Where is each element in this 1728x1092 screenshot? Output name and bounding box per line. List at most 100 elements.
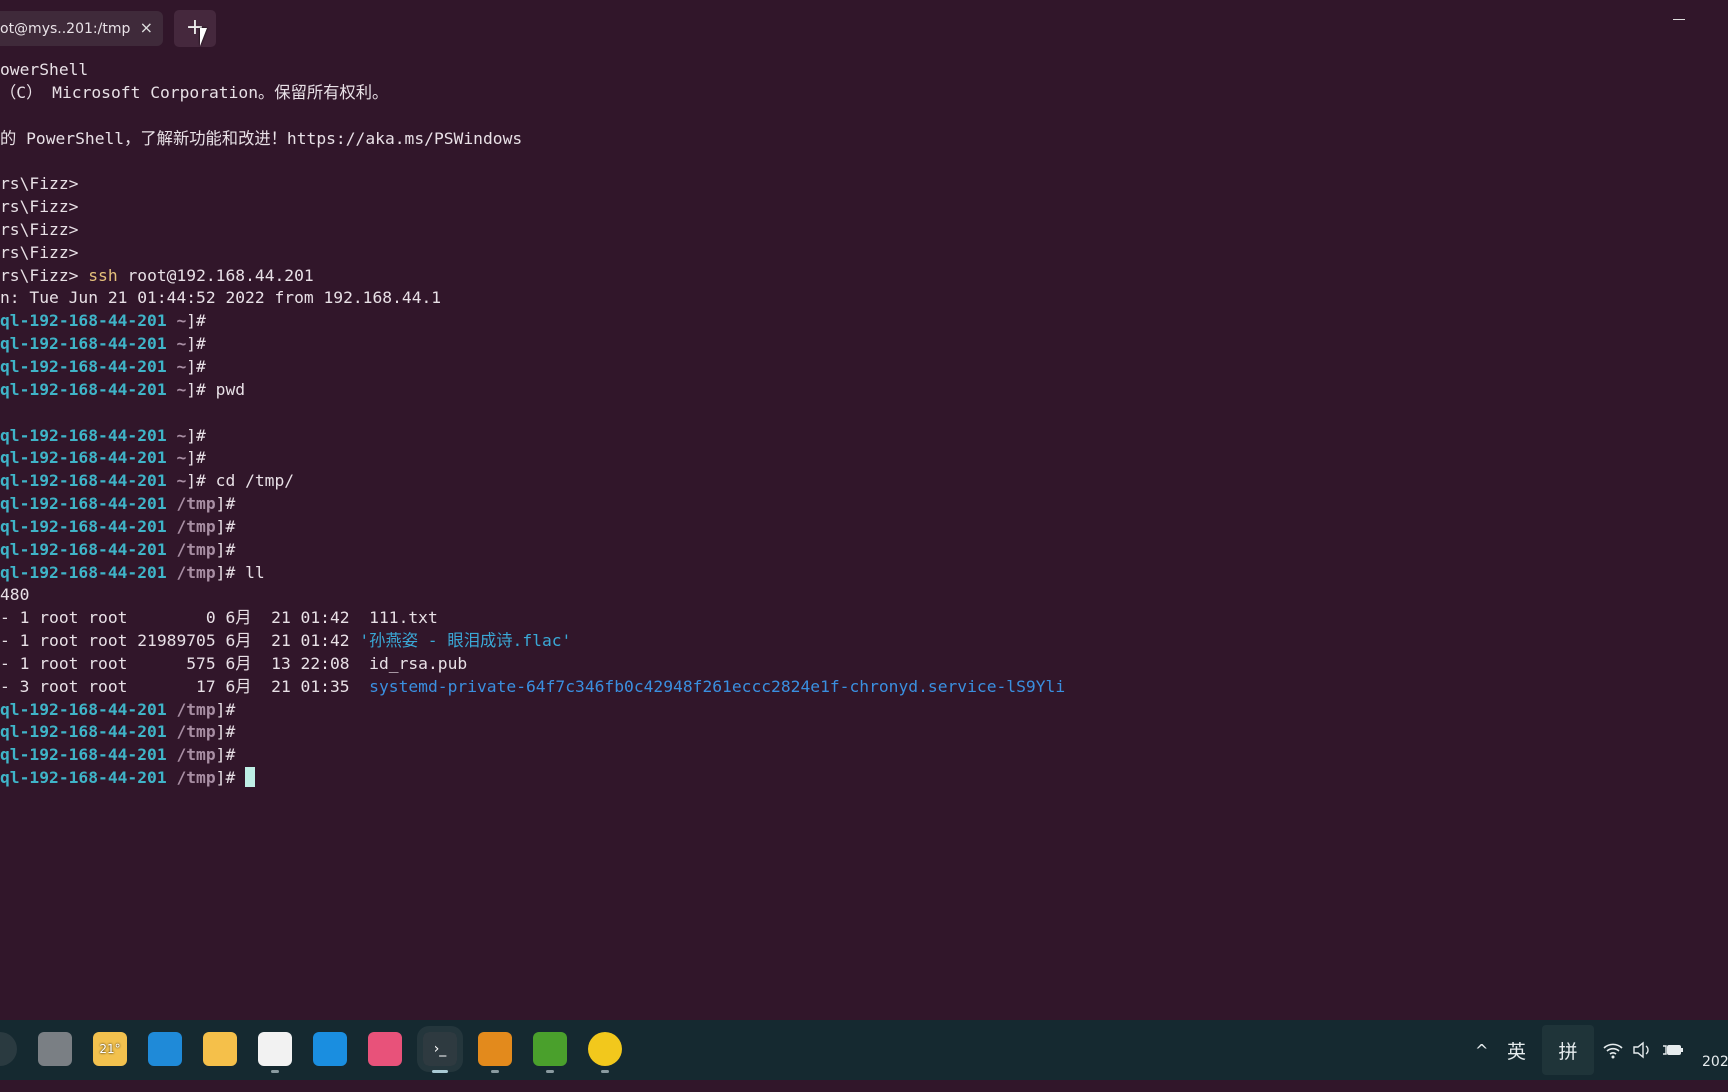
prompt-host: ql-192-168-44-201 [0, 311, 167, 331]
terminal-line: - 1 root root 575 6月 13 22:08 id_rsa.pub [0, 653, 1065, 676]
terminal-icon: ›_ [433, 1041, 447, 1057]
prompt-host: ql-192-168-44-201 [0, 516, 167, 536]
taskbar-vmware-button[interactable] [478, 1032, 512, 1066]
prompt-host: ql-192-168-44-201 [0, 539, 167, 559]
taskbar-file-explorer-button[interactable] [203, 1032, 237, 1066]
terminal-line: - 1 root root 0 6月 21 01:42 111.txt [0, 607, 1065, 630]
prompt-dir: ~ [166, 425, 187, 445]
terminal-text: ]# [215, 768, 246, 788]
terminal-text: systemd-private-64f7c346fb0c42948f261ecc… [369, 676, 1066, 696]
prompt-host: ql-192-168-44-201 [0, 562, 167, 582]
tab-ssh-session[interactable]: ot@mys..201:/tmp × [0, 11, 163, 46]
terminal-line: 480 [0, 584, 1065, 607]
prompt-dir: /tmp [166, 699, 216, 719]
terminal-line: ql-192-168-44-201 /tmp]# [0, 721, 1065, 744]
title-bar: ot@mys..201:/tmp × + [0, 0, 1728, 54]
terminal-text: ]# pwd [186, 379, 246, 399]
terminal-text: ]# [186, 356, 206, 376]
terminal-line: ql-192-168-44-201 /tmp]# [0, 516, 1065, 539]
prompt-dir: ~ [166, 311, 187, 331]
terminal-output[interactable]: owerShell （C） Microsoft Corporation。保留所有权… [0, 59, 1065, 790]
prompt-host: ql-192-168-44-201 [0, 494, 167, 514]
terminal-line: ql-192-168-44-201 ~]# [0, 310, 1065, 333]
ime-language-button[interactable]: 英 [1507, 1020, 1526, 1080]
volume-icon[interactable] [1632, 1020, 1654, 1080]
running-indicator [491, 1070, 499, 1073]
taskbar-weather-button[interactable]: 21° [93, 1032, 127, 1066]
taskbar-store-button[interactable] [258, 1032, 292, 1066]
taskbar-qq-music-button[interactable] [588, 1032, 622, 1066]
ime-mode-button[interactable]: 拼 [1542, 1025, 1594, 1075]
terminal-text: - 1 root root 0 6月 21 01:42 111.txt [0, 608, 438, 628]
clock[interactable]: 202 [1702, 1032, 1728, 1092]
close-icon[interactable]: × [140, 18, 153, 37]
terminal-text: ]# ll [215, 562, 265, 582]
prompt-host: ql-192-168-44-201 [0, 334, 167, 354]
prompt-host: ql-192-168-44-201 [0, 699, 167, 719]
terminal-text: ]# [186, 334, 206, 354]
prompt-dir: /tmp [166, 562, 216, 582]
terminal-text: n: Tue Jun 21 01:44:52 2022 from 192.168… [0, 288, 442, 308]
terminal-text: （C） Microsoft Corporation。保留所有权利。 [0, 82, 389, 102]
terminal-line: ql-192-168-44-201 /tmp]# [0, 493, 1065, 516]
show-hidden-icons-button[interactable]: ^ [1475, 1020, 1488, 1080]
terminal-line: ql-192-168-44-201 ~]# [0, 356, 1065, 379]
prompt-dir: /tmp [166, 494, 216, 514]
text-cursor [245, 767, 256, 788]
running-indicator [271, 1070, 279, 1073]
terminal-text: ]# [215, 745, 236, 765]
taskbar-task-view-button[interactable] [38, 1032, 72, 1066]
prompt-host: ql-192-168-44-201 [0, 356, 167, 376]
prompt-dir: /tmp [166, 722, 216, 742]
running-indicator [601, 1070, 609, 1073]
taskbar-search-button[interactable] [0, 1032, 17, 1066]
taskbar-photos-button[interactable] [368, 1032, 402, 1066]
prompt-dir: /tmp [166, 768, 216, 788]
taskbar-terminal-button[interactable]: ›_ [417, 1026, 463, 1072]
prompt-dir: /tmp [166, 516, 216, 536]
prompt-host: ql-192-168-44-201 [0, 745, 167, 765]
terminal-text: rs\Fizz> [0, 174, 79, 194]
terminal-text: ssh [88, 265, 118, 285]
terminal-text: ]# [215, 722, 236, 742]
terminal-line: ql-192-168-44-201 ~]# cd /tmp/ [0, 470, 1065, 493]
wifi-icon[interactable] [1602, 1020, 1624, 1080]
terminal-text: ]# [215, 699, 236, 719]
terminal-text: ]# [186, 425, 206, 445]
battery-charging-icon[interactable] [1662, 1020, 1684, 1080]
terminal-line: ql-192-168-44-201 ~]# [0, 333, 1065, 356]
weather-icon: 21° [99, 1042, 121, 1056]
terminal-line: ql-192-168-44-201 ~]# [0, 425, 1065, 448]
terminal-text: ]# cd /tmp/ [186, 471, 295, 491]
prompt-host: ql-192-168-44-201 [0, 448, 167, 468]
taskbar-edge-button[interactable] [148, 1032, 182, 1066]
terminal-text: rs\Fizz> [0, 242, 79, 262]
terminal-line: rs\Fizz> [0, 173, 1065, 196]
terminal-line: ql-192-168-44-201 /tmp]# ll [0, 562, 1065, 585]
prompt-dir: ~ [166, 471, 187, 491]
terminal-line: ql-192-168-44-201 /tmp]# [0, 699, 1065, 722]
terminal-line: rs\Fizz> ssh root@192.168.44.201 [0, 265, 1065, 288]
minimize-button[interactable] [1670, 12, 1690, 26]
taskbar-camtasia-button[interactable] [533, 1032, 567, 1066]
taskbar-mail-button[interactable] [313, 1032, 347, 1066]
terminal-line: rs\Fizz> [0, 219, 1065, 242]
prompt-dir: /tmp [166, 745, 216, 765]
terminal-text: - 1 root root 21989705 6月 21 01:42 [0, 631, 360, 651]
terminal-line: - 1 root root 21989705 6月 21 01:42 '孙燕姿 … [0, 630, 1065, 653]
prompt-dir: ~ [166, 356, 187, 376]
prompt-host: ql-192-168-44-201 [0, 379, 167, 399]
tab-title: ot@mys..201:/tmp [0, 20, 131, 37]
terminal-text: '孙燕姿 - 眼泪成诗.flac' [359, 631, 572, 651]
prompt-dir: ~ [166, 334, 187, 354]
terminal-line: - 3 root root 17 6月 21 01:35 systemd-pri… [0, 676, 1065, 699]
terminal-line: owerShell [0, 59, 1065, 82]
terminal-text: - 3 root root 17 6月 21 01:35 [0, 676, 370, 696]
terminal-text: rs\Fizz> [0, 265, 89, 285]
terminal-line: ql-192-168-44-201 ~]# pwd [0, 379, 1065, 402]
terminal-line: ql-192-168-44-201 /tmp]# [0, 767, 1065, 790]
prompt-host: ql-192-168-44-201 [0, 722, 167, 742]
terminal-text: ]# [215, 539, 236, 559]
running-indicator [546, 1070, 554, 1073]
